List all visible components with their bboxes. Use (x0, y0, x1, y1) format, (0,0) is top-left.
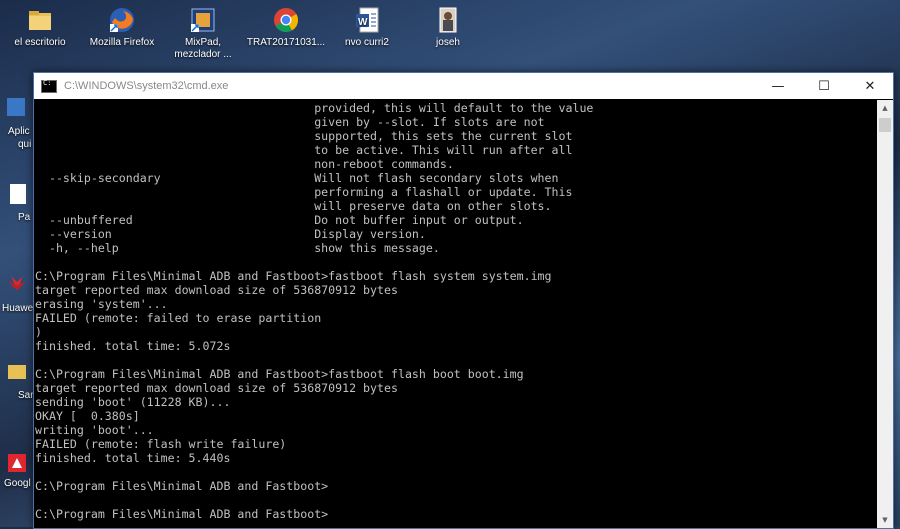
scroll-up-button[interactable]: ▲ (877, 100, 893, 116)
desktop-icon-trat[interactable]: TRAT20171031... (244, 4, 328, 49)
scroll-down-button[interactable]: ▼ (877, 512, 893, 528)
desktop-icon-label-partial: Pa (18, 212, 31, 223)
google-app-icon[interactable] (6, 452, 28, 474)
chrome-icon (272, 6, 300, 34)
chevron-down-icon: ▼ (882, 516, 888, 524)
desktop-icon-label-partial: Googl (4, 478, 31, 489)
console-line: finished. total time: 5.440s (35, 451, 231, 465)
console-line: C:\Program Files\Minimal ADB and Fastboo… (35, 479, 329, 493)
word-document-icon: W (353, 6, 381, 34)
close-button[interactable]: ✕ (847, 73, 893, 99)
photo-thumbnail-icon (434, 6, 462, 34)
console-line: supported, this sets the current slot (35, 129, 573, 143)
window-titlebar[interactable]: C:\WINDOWS\system32\cmd.exe — ☐ ✕ (34, 73, 893, 99)
console-line: given by --slot. If slots are not (35, 115, 545, 129)
console-line: FAILED (remote: failed to erase partitio… (35, 311, 322, 325)
console-line: C:\Program Files\Minimal ADB and Fastboo… (35, 269, 552, 283)
console-line: provided, this will default to the value (35, 101, 594, 115)
vertical-scrollbar[interactable]: ▲ ▼ (877, 100, 893, 528)
console-line: --unbuffered Do not buffer input or outp… (35, 213, 524, 227)
window-title: C:\WINDOWS\system32\cmd.exe (64, 80, 229, 92)
cmd-window[interactable]: C:\WINDOWS\system32\cmd.exe — ☐ ✕ provid… (33, 72, 894, 529)
console-line: --skip-secondary Will not flash secondar… (35, 171, 559, 185)
console-line: FAILED (remote: flash write failure) (35, 437, 287, 451)
console-line: non-reboot commands. (35, 157, 454, 171)
console-line: target reported max download size of 536… (35, 283, 398, 297)
desktop-icon-label-partial: Sar (18, 390, 34, 401)
desktop-icon-label: Mozilla Firefox (89, 37, 155, 48)
desktop-icon-mixpad[interactable]: MixPad, mezclador ... (161, 4, 245, 61)
chevron-up-icon: ▲ (882, 104, 888, 112)
desktop-icon-label: joseh (436, 37, 460, 48)
desktop-icon-nvo-curri2[interactable]: W nvo curri2 (325, 4, 409, 49)
window-controls: — ☐ ✕ (755, 73, 893, 99)
console-line: C:\Program Files\Minimal ADB and Fastboo… (35, 367, 524, 381)
desktop-icon-label-partial: Aplic (8, 126, 30, 137)
huawei-icon[interactable] (6, 270, 28, 292)
desktop-icon-label: nvo curri2 (345, 37, 389, 48)
console-text: provided, this will default to the value… (34, 100, 876, 521)
desktop-icon-firefox[interactable]: Mozilla Firefox (80, 4, 164, 49)
minimize-button[interactable]: — (755, 73, 801, 99)
document-icon[interactable] (6, 183, 28, 205)
console-line: to be active. This will run after all (35, 143, 573, 157)
console-line: erasing 'system'... (35, 297, 168, 311)
console-line: ) (35, 325, 42, 339)
console-line: -h, --help show this message. (35, 241, 440, 255)
mixpad-icon (189, 6, 217, 34)
desktop-icon-label-partial: Huawe (2, 303, 34, 314)
cmd-icon[interactable] (41, 79, 57, 93)
maximize-button[interactable]: ☐ (801, 73, 847, 99)
folder-icon (26, 6, 54, 34)
console-line: --version Display version. (35, 227, 426, 241)
console-line: C:\Program Files\Minimal ADB and Fastboo… (35, 507, 329, 521)
maximize-icon: ☐ (818, 78, 830, 94)
console-output[interactable]: provided, this will default to the value… (34, 100, 876, 528)
app-shortcut-icon[interactable] (6, 96, 28, 118)
console-line: target reported max download size of 536… (35, 381, 398, 395)
desktop-icon-label: MixPad, mezclador ... (174, 37, 232, 60)
desktop-icon-label-partial: qui (18, 139, 32, 150)
desktop-icon-escritorio[interactable]: el escritorio (0, 4, 82, 49)
console-line: writing 'boot'... (35, 423, 154, 437)
desktop-icon-label: el escritorio (14, 37, 66, 48)
svg-text:W: W (358, 17, 368, 28)
console-line: sending 'boot' (11228 KB)... (35, 395, 231, 409)
desktop-icon-joseh[interactable]: joseh (406, 4, 490, 49)
firefox-icon (108, 6, 136, 34)
console-line: finished. total time: 5.072s (35, 339, 231, 353)
scrollbar-thumb[interactable] (879, 118, 891, 132)
folder-icon[interactable] (6, 360, 28, 382)
desktop-icon-label: TRAT20171031... (246, 37, 326, 48)
console-line: will preserve data on other slots. (35, 199, 552, 213)
minimize-icon: — (771, 78, 785, 94)
console-line: performing a flashall or update. This (35, 185, 573, 199)
console-line: OKAY [ 0.380s] (35, 409, 140, 423)
close-icon: ✕ (864, 78, 876, 94)
